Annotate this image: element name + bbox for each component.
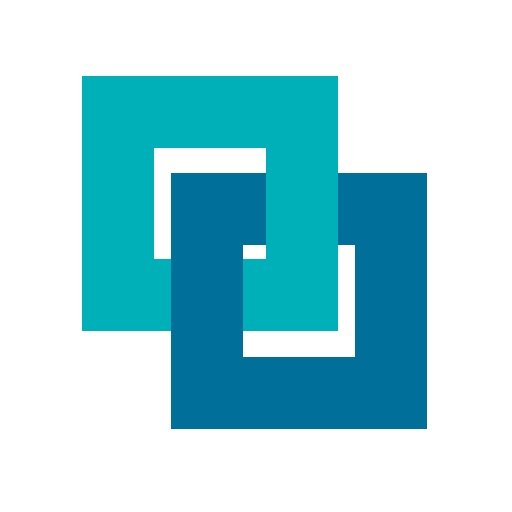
interlocking-squares-icon [82,76,427,429]
teal-overlap-top [266,173,338,245]
icon-canvas [0,0,512,512]
teal-overlap-right [243,259,338,331]
